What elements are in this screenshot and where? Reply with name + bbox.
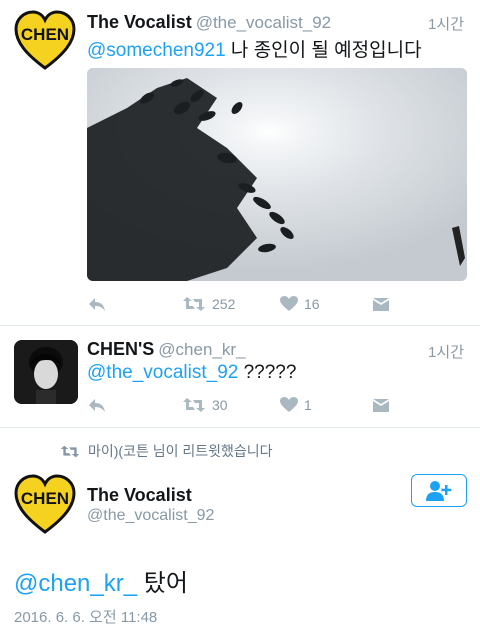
- display-name[interactable]: CHEN'S: [87, 339, 154, 359]
- mention-link[interactable]: @the_vocalist_92: [87, 362, 238, 383]
- divider: [0, 325, 480, 326]
- tweet-body: ?????: [238, 362, 297, 383]
- envelope-icon: [373, 399, 389, 412]
- mention-link[interactable]: @somechen921: [87, 40, 226, 61]
- user-handle[interactable]: @the_vocalist_92: [87, 507, 214, 525]
- user-handle[interactable]: @chen_kr_: [158, 340, 245, 359]
- heart-icon: [280, 397, 298, 412]
- display-name[interactable]: The Vocalist: [87, 485, 192, 506]
- tweet-1-header: The Vocalist @the_vocalist_92: [87, 12, 331, 33]
- tweet-text: @chen_kr_ 탔어: [14, 563, 188, 598]
- tweet-time: 1시간: [428, 344, 464, 361]
- avatar-chen-heart[interactable]: CHEN: [14, 474, 76, 536]
- retweet-icon: [183, 398, 205, 412]
- reply-button[interactable]: [87, 292, 107, 316]
- retweet-icon: [183, 297, 205, 311]
- add-user-icon: [426, 480, 452, 501]
- envelope-icon: [373, 298, 389, 311]
- like-button[interactable]: 1: [280, 393, 312, 417]
- display-name[interactable]: The Vocalist: [87, 12, 192, 32]
- tweet-text: @somechen921 나 종인이 될 예정입니다: [87, 35, 422, 62]
- tweet-body: 탔어: [137, 570, 188, 597]
- tweet-1-actions: 252 16: [87, 292, 417, 316]
- retweet-icon: [60, 445, 80, 457]
- mention-link[interactable]: @chen_kr_: [14, 570, 137, 597]
- avatar-logo-text: CHEN: [21, 489, 69, 508]
- like-count: 16: [304, 296, 320, 312]
- photo-image: [87, 68, 467, 281]
- tweet-time: 1시간: [428, 16, 464, 33]
- divider: [0, 427, 480, 428]
- retweet-context[interactable]: 마이)(코튼 님이 리트윗했습니다: [60, 441, 273, 461]
- reply-icon: [89, 399, 105, 412]
- tweet-body: 나 종인이 될 예정입니다: [225, 40, 422, 61]
- like-button[interactable]: 16: [280, 292, 320, 316]
- heart-icon: [280, 296, 298, 311]
- like-count: 1: [304, 397, 312, 413]
- retweet-button[interactable]: 30: [182, 393, 228, 417]
- dm-button[interactable]: [372, 393, 390, 417]
- retweet-count: 252: [212, 296, 236, 312]
- avatar-logo-text: CHEN: [21, 25, 69, 44]
- user-handle[interactable]: @the_vocalist_92: [196, 13, 331, 32]
- avatar-portrait: [14, 340, 78, 404]
- retweet-count: 30: [212, 397, 228, 413]
- tweet-photo[interactable]: [87, 68, 467, 281]
- tweet-2-header: CHEN'S @chen_kr_: [87, 339, 246, 360]
- reply-button[interactable]: [87, 393, 107, 417]
- tweet-text: @the_vocalist_92 ?????: [87, 362, 296, 384]
- dm-button[interactable]: [372, 292, 390, 316]
- retweet-context-text: 마이)(코튼 님이 리트윗했습니다: [88, 443, 273, 459]
- tweet-2-actions: 30 1: [87, 393, 417, 417]
- retweet-button[interactable]: 252: [182, 292, 235, 316]
- follow-button[interactable]: [411, 474, 467, 507]
- reply-icon: [89, 298, 105, 311]
- tweet-timestamp: 2016. 6. 6. 오전 11:48: [14, 609, 158, 626]
- avatar-chens[interactable]: [14, 340, 78, 404]
- avatar-chen-heart[interactable]: CHEN: [14, 10, 76, 72]
